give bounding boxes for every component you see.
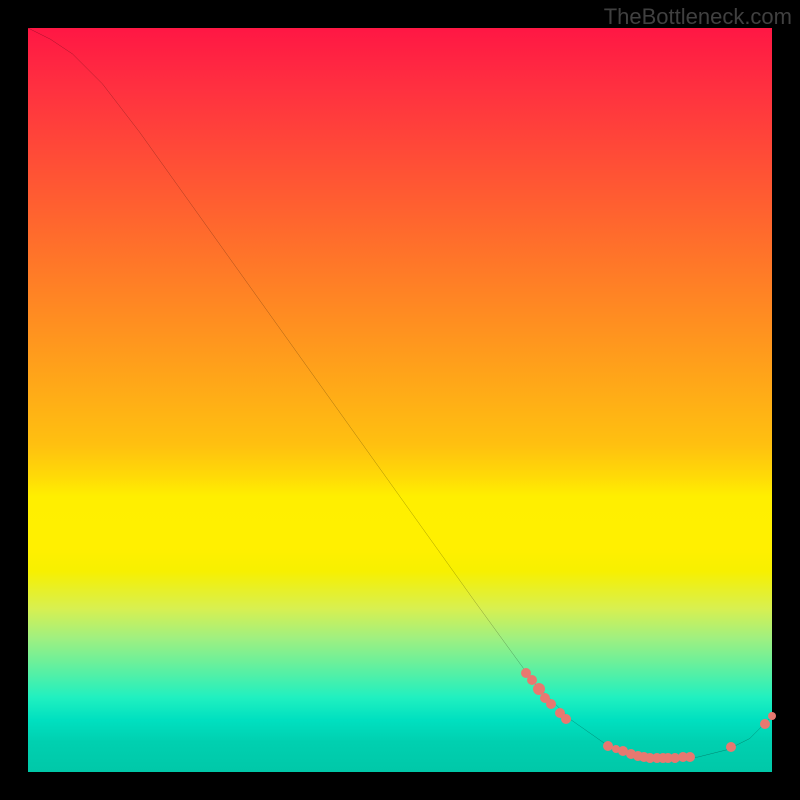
data-point [768,712,776,720]
data-point [726,742,736,752]
chart-area [28,28,772,772]
attribution-text: TheBottleneck.com [604,4,792,30]
data-point [546,699,556,709]
data-point [561,714,571,724]
data-point [685,752,695,762]
data-point [760,719,770,729]
bottleneck-curve [28,28,772,772]
